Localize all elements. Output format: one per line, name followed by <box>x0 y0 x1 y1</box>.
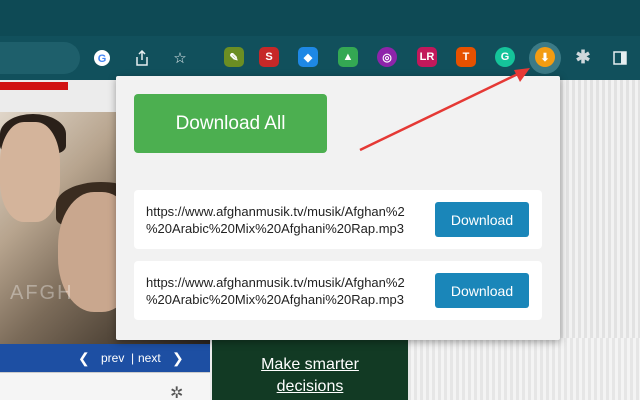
pagination-bar: ❮ prev | next ❯ <box>0 344 210 372</box>
google-icon[interactable]: G <box>90 46 114 70</box>
download-item: https://www.afghanmusik.tv/musik/Afghan%… <box>134 190 542 249</box>
url-line: https://www.afghanmusik.tv/musik/Afghan%… <box>146 275 405 290</box>
annotation-arrow <box>359 68 530 152</box>
download-button[interactable]: Download <box>435 273 529 308</box>
puzzle-icon[interactable]: ✲ <box>170 383 183 400</box>
svg-text:G: G <box>98 53 107 65</box>
photo-watermark: AFGH <box>10 282 74 304</box>
browser-titlebar <box>0 0 640 36</box>
download-item: https://www.afghanmusik.tv/musik/Afghan%… <box>134 261 542 320</box>
next-link[interactable]: next <box>138 351 161 365</box>
page-red-bar <box>0 82 68 90</box>
chevron-left-icon[interactable]: ❮ <box>78 350 90 367</box>
puzzle-extension-icon[interactable]: ✱ <box>573 47 593 67</box>
download-button[interactable]: Download <box>435 202 529 237</box>
photo-face <box>0 122 60 222</box>
download-url[interactable]: https://www.afghanmusik.tv/musik/Afghan%… <box>146 203 438 237</box>
cube-extension-icon[interactable]: ◆ <box>298 47 318 67</box>
url-line: %20Arabic%20Mix%20Afghani%20Rap.mp3 <box>146 221 404 236</box>
share-icon[interactable] <box>130 46 154 70</box>
sidepanel-icon[interactable] <box>608 46 632 70</box>
url-line: %20Arabic%20Mix%20Afghani%20Rap.mp3 <box>146 292 404 307</box>
page-stripes <box>560 80 640 340</box>
download-all-button[interactable]: Download All <box>134 94 327 153</box>
seo-extension-icon[interactable]: S <box>259 47 279 67</box>
pencil-extension-icon[interactable]: ✎ <box>224 47 244 67</box>
ad-text[interactable]: decisions <box>212 378 408 396</box>
nav-separator: | <box>131 351 135 365</box>
page-stripes <box>408 338 640 400</box>
url-line: https://www.afghanmusik.tv/musik/Afghan%… <box>146 204 405 219</box>
download-url[interactable]: https://www.afghanmusik.tv/musik/Afghan%… <box>146 274 438 308</box>
chevron-right-icon[interactable]: ❯ <box>172 350 184 367</box>
ad-text[interactable]: Make smarter <box>212 356 408 374</box>
star-icon[interactable]: ☆ <box>168 46 192 70</box>
address-bar[interactable] <box>0 42 80 74</box>
prev-link[interactable]: prev <box>101 351 124 365</box>
